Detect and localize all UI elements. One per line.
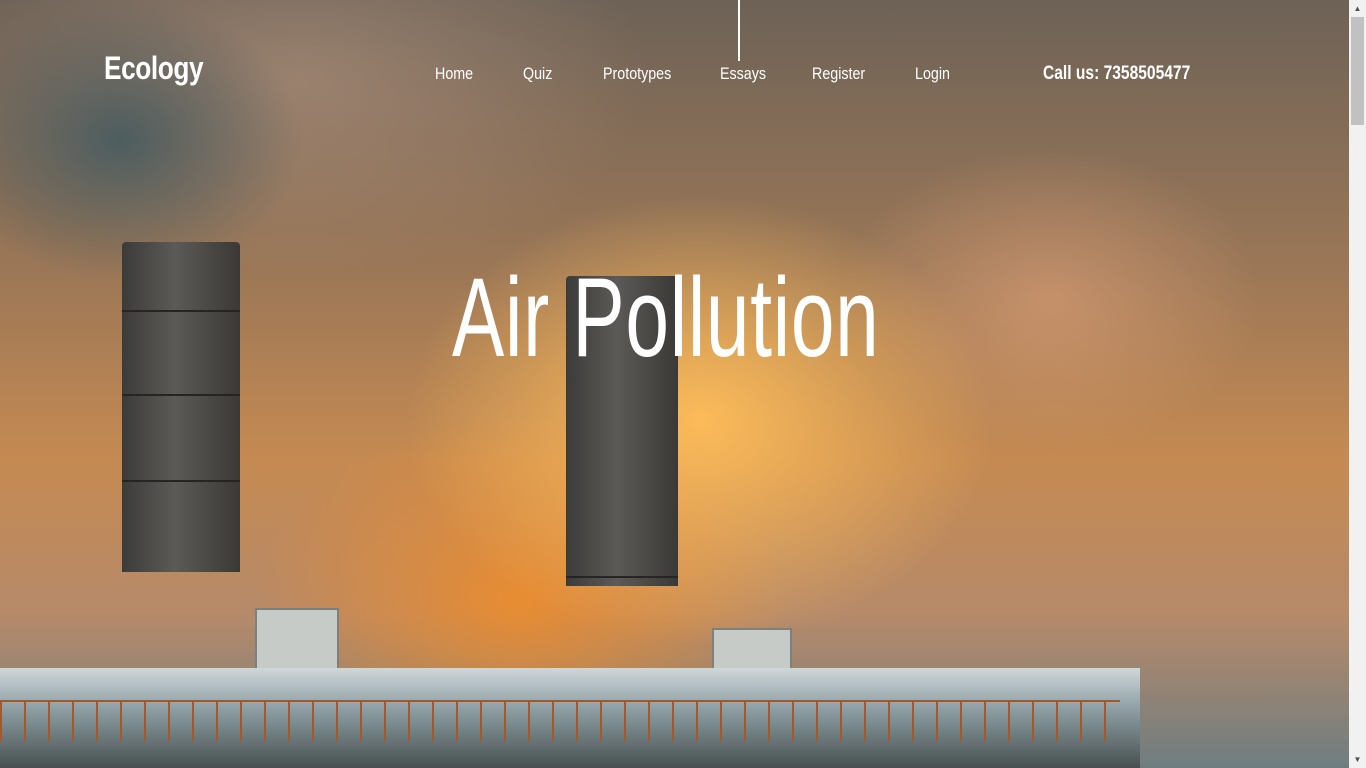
vertical-scrollbar[interactable]: ▲ ▼: [1349, 0, 1366, 768]
nav-active-indicator: [738, 0, 740, 61]
hero-title: Air Pollution: [452, 255, 880, 380]
scroll-up-arrow-icon[interactable]: ▲: [1349, 0, 1366, 17]
nav-prototypes[interactable]: Prototypes: [603, 64, 671, 84]
site-logo[interactable]: Ecology: [104, 50, 204, 87]
phone-contact[interactable]: Call us: 7358505477: [1043, 63, 1190, 85]
scroll-thumb[interactable]: [1351, 17, 1364, 125]
hero-background-image: [0, 0, 1349, 768]
scroll-down-arrow-icon[interactable]: ▼: [1349, 751, 1366, 768]
nav-essays[interactable]: Essays: [720, 64, 766, 84]
page: Ecology Home Quiz Prototypes Essays Regi…: [0, 0, 1366, 768]
nav-login[interactable]: Login: [915, 64, 950, 84]
nav-quiz[interactable]: Quiz: [523, 64, 552, 84]
nav-home[interactable]: Home: [435, 64, 473, 84]
nav-register[interactable]: Register: [812, 64, 865, 84]
roof-railing: [0, 700, 1120, 742]
smokestack-left: [122, 242, 240, 572]
